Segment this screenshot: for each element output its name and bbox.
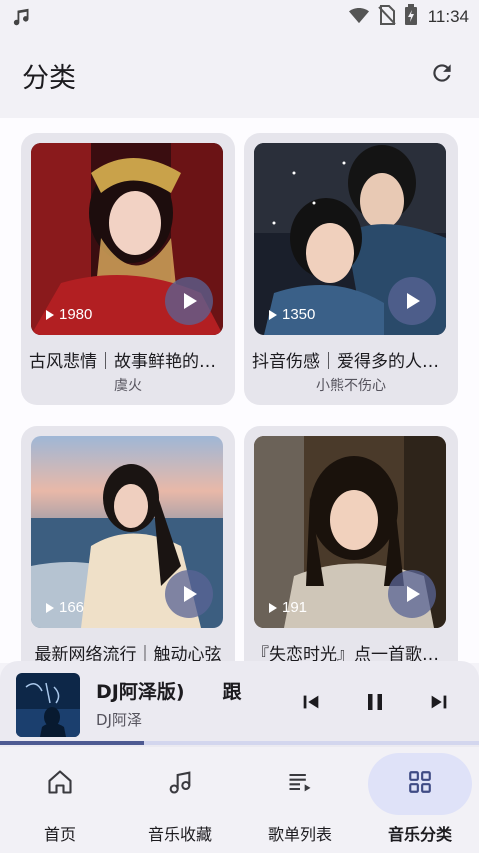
playlist-creator: 虞火 [114,378,142,394]
play-button[interactable] [388,277,436,325]
home-icon [46,768,74,800]
play-icon [402,291,422,311]
wifi-icon [348,5,370,29]
playlist-title: 最新网络流行｜触动心弦 [34,645,222,663]
play-button[interactable] [165,570,213,618]
play-icon [179,584,199,604]
skip-previous-icon [300,691,322,717]
play-count: 191 [268,599,307,616]
play-button[interactable] [388,570,436,618]
skip-next-icon [428,691,450,717]
playlist-title: 古风悲情｜故事鲜艳的凋零 [29,352,227,372]
refresh-button[interactable] [427,60,457,90]
play-count: 1980 [45,306,92,323]
app-bar: 分类 [0,34,479,118]
playlist-icon [286,768,314,800]
next-button[interactable] [420,685,458,723]
play-small-icon [268,602,278,613]
playlist-card[interactable]: 166 最新网络流行｜触动心弦 [21,426,235,663]
page-title: 分类 [22,63,76,94]
nav-item-home[interactable]: 首页 [0,747,120,853]
play-small-icon [45,602,55,613]
nav-item-categories[interactable]: 音乐分类 [360,747,479,853]
playlist-cover: 191 [254,436,446,628]
nav-label: 首页 [43,825,76,844]
no-sim-icon [377,5,396,29]
playlist-card[interactable]: 1980 古风悲情｜故事鲜艳的凋零 虞火 [21,133,235,405]
playlist-creator: 小熊不伤心 [316,378,386,394]
nav-item-playlists[interactable]: 歌单列表 [240,747,360,853]
nav-label: 音乐分类 [387,825,452,844]
now-playing-artist: DJ阿泽 [96,711,142,729]
playlist-card[interactable]: 191 『失恋时光』点一首歌给你 [244,426,458,663]
playlist-card[interactable]: 1350 抖音伤感｜爱得多的人受苦 小熊不伤心 [244,133,458,405]
play-count-value: 1350 [282,306,316,323]
refresh-icon [429,60,455,90]
nav-icon-container [8,753,112,815]
playback-progress-fill [0,741,144,745]
nav-label: 歌单列表 [267,825,332,844]
play-button[interactable] [165,277,213,325]
mini-player[interactable]: DJ阿泽版) 跟 DJ阿泽 [0,661,479,747]
play-icon [179,291,199,311]
play-icon [402,584,422,604]
playlist-title: 『失恋时光』点一首歌给你 [252,645,450,663]
play-count: 1350 [268,306,315,323]
nav-label: 音乐收藏 [147,825,212,844]
pause-button[interactable] [356,685,394,723]
play-count: 166 [45,599,84,616]
playlist-cover: 166 [31,436,223,628]
now-playing-cover[interactable] [16,673,80,737]
battery-charging-icon [404,4,418,30]
play-count-value: 166 [59,599,85,616]
music-note-icon [166,768,194,800]
previous-button[interactable] [292,685,330,723]
status-time: 11:34 [427,7,469,26]
play-count-value: 191 [282,599,308,616]
play-small-icon [45,309,55,320]
playback-progress[interactable] [0,741,479,745]
grid-icon [407,769,433,799]
bottom-navigation: 首页 音乐收藏 歌单列表 音乐分类 [0,747,479,853]
playlist-title: 抖音伤感｜爱得多的人受苦 [252,352,450,372]
nav-icon-container [248,753,352,815]
music-note-icon [12,6,34,28]
nav-icon-container [368,753,472,815]
nav-icon-container [128,753,232,815]
now-playing-title: DJ阿泽版) 跟 [96,681,242,703]
pause-icon [363,690,387,718]
playlist-cover: 1350 [254,143,446,335]
playlist-cover: 1980 [31,143,223,335]
status-bar: 11:34 [0,0,479,34]
play-small-icon [268,309,278,320]
playlist-grid: 1980 古风悲情｜故事鲜艳的凋零 虞火 1350 抖音伤感｜爱得多的人受苦 小… [0,118,479,663]
nav-item-favorites[interactable]: 音乐收藏 [120,747,240,853]
play-count-value: 1980 [59,306,93,323]
